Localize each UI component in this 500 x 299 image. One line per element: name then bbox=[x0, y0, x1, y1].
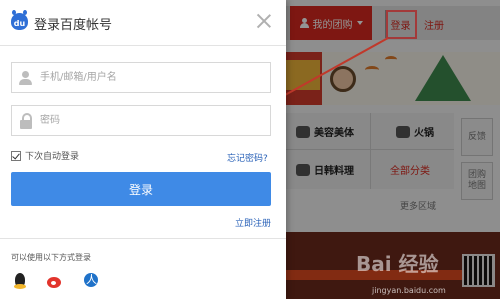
remember-label: 下次自动登录 bbox=[25, 152, 80, 162]
register-link[interactable]: 立即注册 bbox=[235, 216, 271, 229]
watermark: Bai 经验 bbox=[356, 252, 439, 276]
watermark-url: jingyan.baidu.com bbox=[372, 286, 446, 295]
forgot-password-link[interactable]: 忘记密码? bbox=[227, 151, 268, 164]
password-input[interactable] bbox=[40, 106, 268, 135]
lock-icon bbox=[19, 113, 33, 129]
dialog-title: 登录百度帐号 bbox=[34, 18, 113, 33]
renren-icon[interactable] bbox=[82, 273, 100, 291]
weibo-icon[interactable] bbox=[46, 273, 64, 291]
qq-icon[interactable] bbox=[11, 273, 29, 291]
username-field[interactable] bbox=[11, 62, 271, 93]
remember-checkbox[interactable] bbox=[11, 150, 21, 161]
remember-me[interactable]: 下次自动登录 bbox=[11, 149, 79, 162]
dialog-header: du 登录百度帐号 bbox=[0, 0, 286, 46]
close-icon[interactable] bbox=[257, 14, 271, 28]
baidu-logo-icon: du bbox=[11, 10, 28, 30]
divider bbox=[0, 238, 286, 239]
login-dialog: du 登录百度帐号 下次自动登录 忘记密码? 登录 立即注册 可以使用以下方式登… bbox=[0, 0, 286, 299]
username-input[interactable] bbox=[40, 63, 268, 92]
password-field[interactable] bbox=[11, 105, 271, 136]
login-button[interactable]: 登录 bbox=[11, 172, 271, 206]
user-icon bbox=[19, 70, 33, 86]
other-login-label: 可以使用以下方式登录 bbox=[11, 253, 91, 262]
